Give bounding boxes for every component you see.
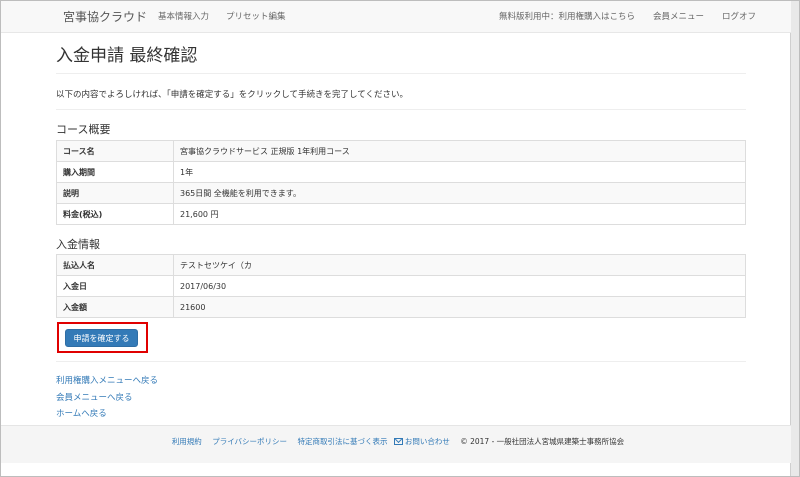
row-label: 説明 bbox=[56, 182, 174, 204]
copyright-text: © 2017 - 一般社団法人宮城県建築士事務所協会 bbox=[460, 437, 625, 446]
row-value: 365日間 全機能を利用できます。 bbox=[173, 182, 746, 204]
payment-section-title: 入金情報 bbox=[56, 238, 100, 251]
footer-privacy-link[interactable]: プライバシーポリシー bbox=[212, 437, 287, 446]
table-row: 入金額 21600 bbox=[56, 296, 746, 318]
row-label: 料金(税込) bbox=[56, 203, 174, 225]
nav-basic-info[interactable]: 基本情報入力 bbox=[158, 10, 209, 22]
course-section-title: コース概要 bbox=[56, 123, 111, 136]
row-value: 2017/06/30 bbox=[173, 275, 746, 297]
table-row: 説明 365日間 全機能を利用できます。 bbox=[56, 182, 746, 204]
table-row: 料金(税込) 21,600 円 bbox=[56, 203, 746, 225]
payment-table: 払込人名 テストセツケイ（カ 入金日 2017/06/30 入金額 21600 bbox=[56, 254, 746, 318]
window-scrollbar[interactable] bbox=[790, 1, 799, 476]
nav-preset-edit[interactable]: プリセット編集 bbox=[226, 10, 286, 22]
mail-icon bbox=[393, 438, 403, 445]
row-label: 払込人名 bbox=[56, 254, 174, 276]
intro-text: 以下の内容でよろしければ、「申請を確定する」をクリックして手続きを完了してくださ… bbox=[56, 90, 408, 100]
row-label: 入金日 bbox=[56, 275, 174, 297]
row-value: 21,600 円 bbox=[173, 203, 746, 225]
table-row: 払込人名 テストセツケイ（カ bbox=[56, 254, 746, 276]
row-value: 1年 bbox=[173, 161, 746, 183]
divider bbox=[56, 73, 746, 74]
divider bbox=[56, 109, 746, 110]
row-value: 宮事協クラウドサービス 正規版 1年利用コース bbox=[173, 140, 746, 162]
table-row: 購入期間 1年 bbox=[56, 161, 746, 183]
back-to-member-menu-link[interactable]: 会員メニューへ戻る bbox=[56, 391, 133, 403]
footer-commerce-law-link[interactable]: 特定商取引法に基づく表示 bbox=[297, 437, 387, 446]
footer: 利用規約 プライバシーポリシー 特定商取引法に基づく表示 お問い合わせ © 20… bbox=[1, 425, 791, 463]
row-label: コース名 bbox=[56, 140, 174, 162]
divider bbox=[56, 361, 746, 362]
nav-right-group: 無料版利用中：利用権購入はこちら 会員メニュー ログオフ bbox=[499, 10, 756, 22]
navbar: 宮事協クラウド 基本情報入力 プリセット編集 無料版利用中：利用権購入はこちら … bbox=[1, 1, 791, 33]
footer-links: 利用規約 プライバシーポリシー 特定商取引法に基づく表示 お問い合わせ © 20… bbox=[1, 436, 791, 447]
back-to-home-link[interactable]: ホームへ戻る bbox=[56, 407, 107, 419]
browser-window: 宮事協クラウド 基本情報入力 プリセット編集 無料版利用中：利用権購入はこちら … bbox=[0, 0, 800, 477]
back-to-license-menu-link[interactable]: 利用権購入メニューへ戻る bbox=[56, 374, 158, 386]
page-title: 入金申請 最終確認 bbox=[56, 46, 198, 66]
table-row: コース名 宮事協クラウドサービス 正規版 1年利用コース bbox=[56, 140, 746, 162]
footer-contact-link[interactable]: お問い合わせ bbox=[405, 437, 450, 446]
row-value: テストセツケイ（カ bbox=[173, 254, 746, 276]
confirm-application-button[interactable]: 申請を確定する bbox=[65, 329, 138, 347]
nav-logoff[interactable]: ログオフ bbox=[722, 10, 756, 22]
nav-purchase-license[interactable]: 無料版利用中：利用権購入はこちら bbox=[499, 10, 635, 22]
table-row: 入金日 2017/06/30 bbox=[56, 275, 746, 297]
brand-link[interactable]: 宮事協クラウド bbox=[63, 8, 147, 25]
footer-terms-link[interactable]: 利用規約 bbox=[172, 437, 202, 446]
course-table: コース名 宮事協クラウドサービス 正規版 1年利用コース 購入期間 1年 説明 … bbox=[56, 140, 746, 225]
nav-member-menu[interactable]: 会員メニュー bbox=[653, 10, 704, 22]
row-label: 購入期間 bbox=[56, 161, 174, 183]
row-value: 21600 bbox=[173, 296, 746, 318]
row-label: 入金額 bbox=[56, 296, 174, 318]
